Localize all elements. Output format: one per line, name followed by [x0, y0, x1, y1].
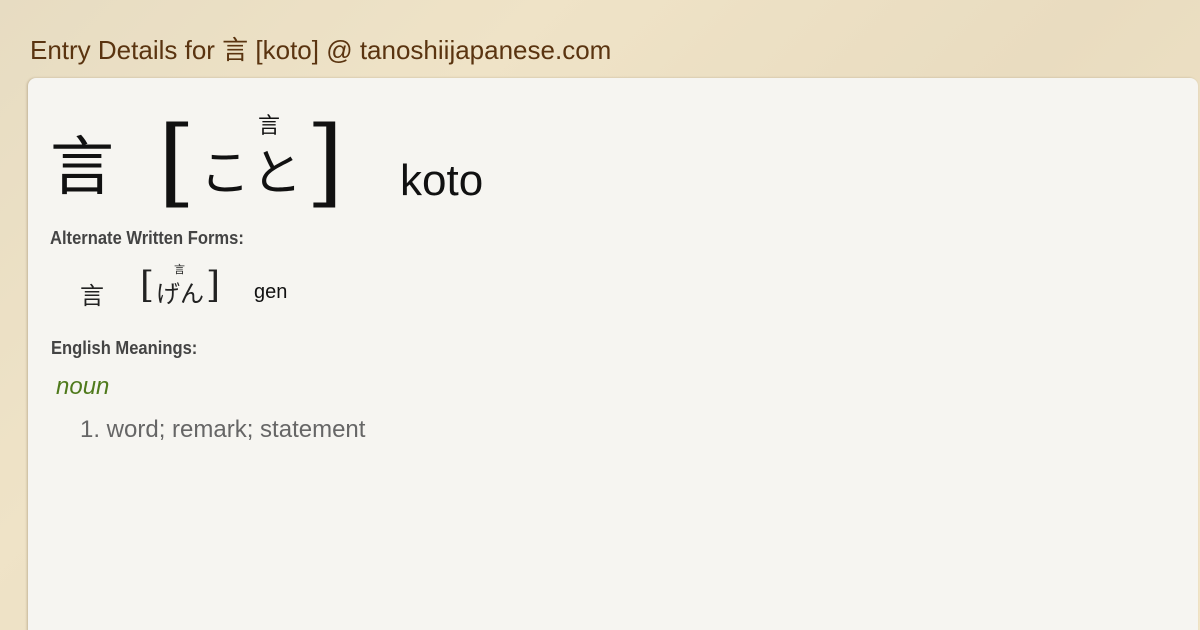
headword-reading: こと: [200, 144, 304, 202]
reading-furigana: 言: [258, 114, 281, 139]
alternate-form-reading: げん: [156, 280, 204, 308]
entry-card: 言 [ 言 こと ] koto Alternate Written Forms:…: [28, 78, 1198, 630]
english-meanings-label: English Meanings:: [51, 338, 198, 358]
alternate-form-item: 言 [ 言 げん ] gen: [78, 258, 478, 310]
alternate-form-bracket-open: [: [140, 265, 155, 306]
headword-romaji: koto: [400, 156, 484, 205]
meaning-list: 1. word; remark; statement: [80, 416, 365, 444]
page-title: Entry Details for 言 [koto] @ tanoshiijap…: [30, 35, 612, 65]
alternate-form-kanji: 言: [80, 282, 104, 310]
headword-row: 言 [ 言 こと ] koto: [50, 108, 650, 218]
headword-kanji: 言: [50, 131, 114, 205]
alternate-form-romaji: gen: [254, 281, 288, 303]
alternate-form-bracket-close: ]: [206, 265, 221, 306]
reading-bracket-open: [: [158, 106, 196, 218]
part-of-speech: noun: [56, 373, 110, 400]
meaning-item: 1. word; remark; statement: [80, 416, 366, 443]
reading-bracket-close: ]: [306, 106, 344, 218]
alternate-forms-label: Alternate Written Forms:: [50, 228, 244, 248]
